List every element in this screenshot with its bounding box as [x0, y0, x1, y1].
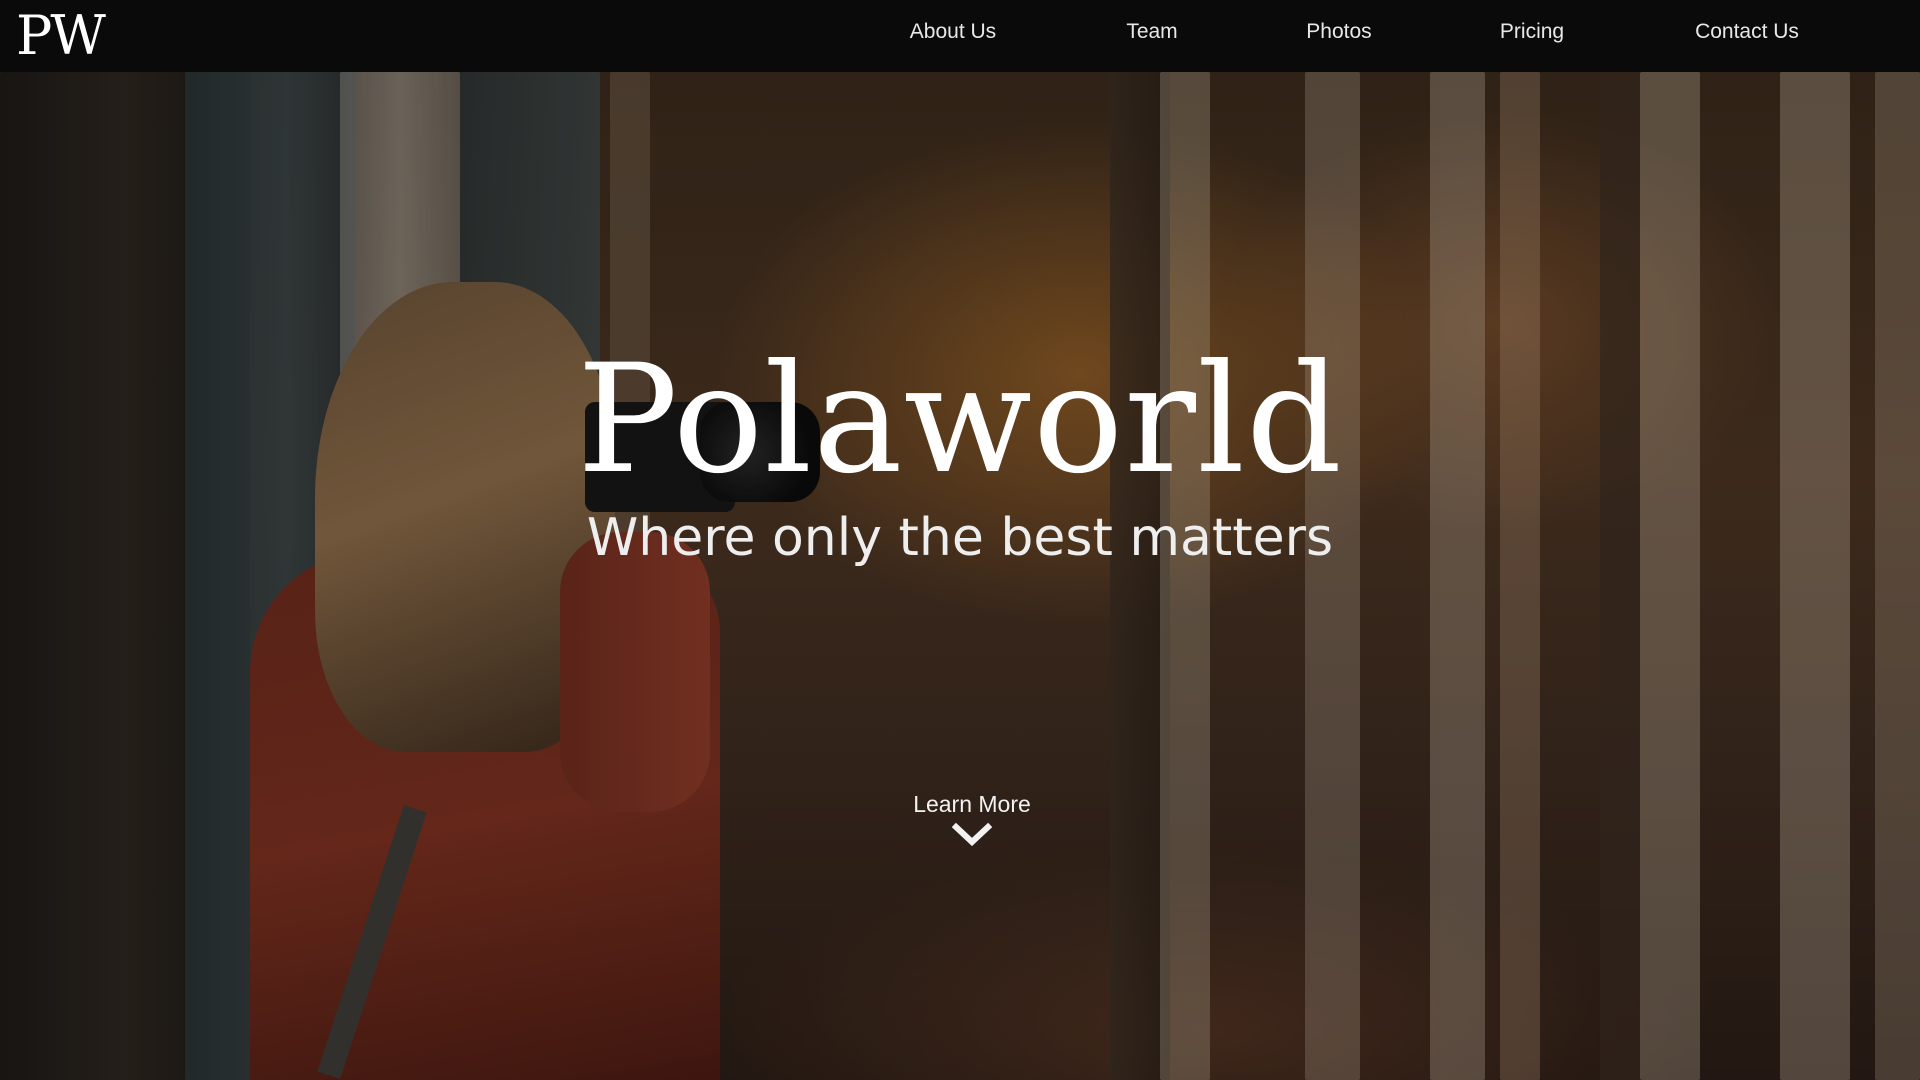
- hero-title: Polaworld: [577, 333, 1343, 507]
- hero-subtitle: Where only the best matters: [586, 508, 1334, 568]
- nav-link-pricing[interactable]: Pricing: [1500, 20, 1564, 44]
- nav-link-about-us[interactable]: About Us: [910, 20, 996, 44]
- learn-more-label: Learn More: [913, 791, 1031, 817]
- nav-links: About Us Team Photos Pricing Contact Us: [0, 0, 1920, 72]
- top-navigation-bar: PW About Us Team Photos Pricing Contact …: [0, 0, 1920, 72]
- nav-link-photos[interactable]: Photos: [1306, 20, 1371, 44]
- learn-more-button[interactable]: Learn More: [872, 790, 1072, 870]
- chevron-down-icon: [952, 822, 992, 847]
- hero-section: [0, 72, 1920, 1080]
- nav-link-contact-us[interactable]: Contact Us: [1695, 20, 1799, 44]
- nav-link-team[interactable]: Team: [1126, 20, 1177, 44]
